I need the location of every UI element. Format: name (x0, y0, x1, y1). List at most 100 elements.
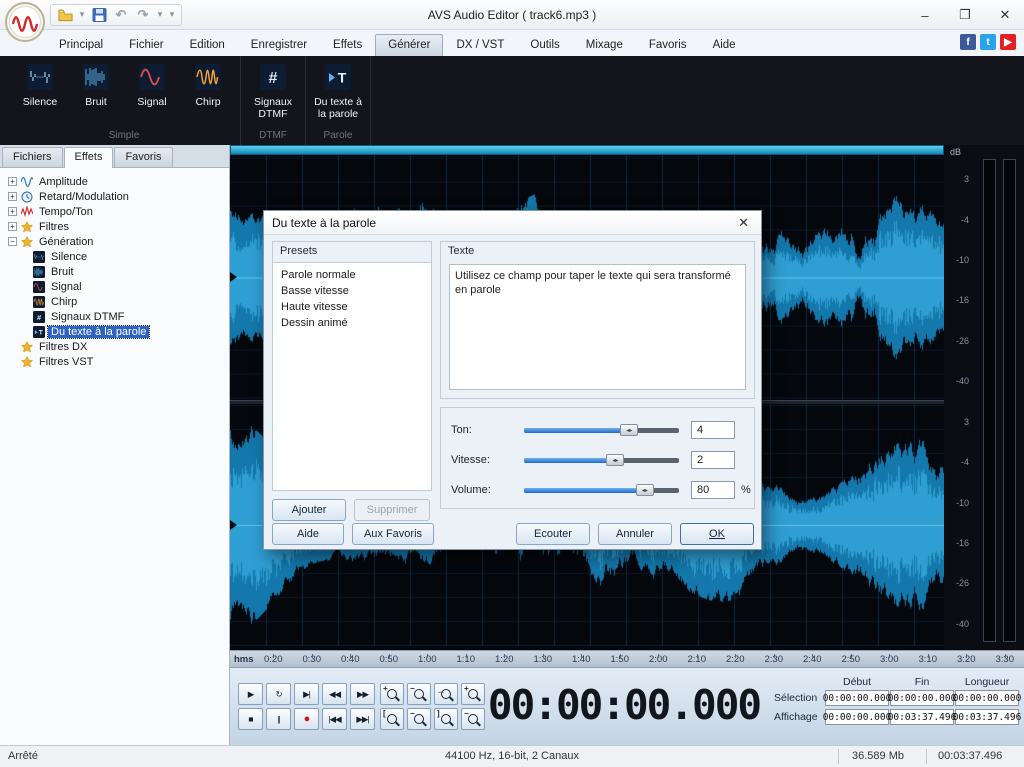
speech-text-input[interactable]: Utilisez ce champ pour taper le texte qu… (449, 264, 746, 390)
ton-slider-handle[interactable]: ◂▸ (620, 424, 639, 436)
tree-item-chirp[interactable]: Chirp (2, 294, 227, 309)
maximize-button[interactable]: ❐ (952, 7, 978, 23)
selection-value-affichage-2[interactable]: 00:03:37.496 (953, 709, 1021, 725)
level-meter-left[interactable] (983, 159, 996, 642)
ton-slider[interactable]: ◂▸ (524, 423, 679, 437)
tab-outils[interactable]: Outils (517, 34, 572, 56)
tree-item-amplitude[interactable]: + Amplitude (2, 174, 227, 189)
tab-dx-vst[interactable]: DX / VST (443, 34, 517, 56)
tab-principal[interactable]: Principal (46, 34, 116, 56)
tree-item-filtres-vst[interactable]: Filtres VST (2, 354, 227, 369)
facebook-icon[interactable]: f (960, 34, 976, 50)
ribbon-button-bruit[interactable]: Bruit (70, 60, 122, 108)
channel2-cursor-marker[interactable] (230, 520, 237, 530)
vitesse-slider[interactable]: ◂▸ (524, 453, 679, 467)
avs-logo-icon[interactable] (5, 2, 45, 42)
ok-button[interactable]: OK (680, 523, 754, 545)
tab-enregistrer[interactable]: Enregistrer (238, 34, 320, 56)
selection-value-affichage-1[interactable]: 00:03:37.496 (888, 709, 956, 725)
tree-expander-icon[interactable]: + (8, 177, 17, 186)
timeline-ruler[interactable]: hms 0:20 0:30 0:40 0:50 1:00 1:10 1:20 1:30 1:40 1… (230, 650, 1024, 668)
tree-item-signal[interactable]: Signal (2, 279, 227, 294)
tree-item-filtres[interactable]: + Filtres (2, 219, 227, 234)
zoom-selection-right-button[interactable]: ] (434, 708, 458, 730)
tree-expander-icon[interactable]: + (8, 222, 17, 231)
tree-item-bruit[interactable]: Bruit (2, 264, 227, 279)
remove-preset-button[interactable]: Supprimer (354, 499, 430, 521)
undo-icon[interactable]: ↶ (111, 6, 131, 24)
go-to-end-button[interactable]: ▶▶| (350, 708, 375, 730)
tree-item-signaux-dtmf[interactable]: # Signaux DTMF (2, 309, 227, 324)
ton-value[interactable]: 4 (691, 421, 735, 439)
preset-item-parole-normale[interactable]: Parole normale (273, 267, 431, 283)
pause-button[interactable]: || (266, 708, 291, 730)
ribbon-button-signal[interactable]: Signal (126, 60, 178, 108)
tree-item-tempo-ton[interactable]: + Tempo/Ton (2, 204, 227, 219)
vitesse-slider-handle[interactable]: ◂▸ (606, 454, 625, 466)
zoom-fit-button[interactable]: ﹍ (434, 683, 458, 705)
preset-item-dessin-anim[interactable]: Dessin animé (273, 315, 431, 331)
ribbon-button-signaux-dtmf[interactable]: # Signaux DTMF (247, 60, 299, 120)
volume-slider[interactable]: ◂▸ (524, 483, 679, 497)
zoom-out-full-button[interactable]: − (407, 708, 431, 730)
record-button[interactable]: ● (294, 708, 319, 730)
dialog-close-icon[interactable]: ✕ (734, 215, 753, 231)
minimize-button[interactable]: – (912, 8, 938, 23)
tab-g-n-rer[interactable]: Générer (375, 34, 444, 56)
tree-item-silence[interactable]: Silence (2, 249, 227, 264)
preset-item-haute-vitesse[interactable]: Haute vitesse (273, 299, 431, 315)
stop-button[interactable]: ■ (238, 708, 263, 730)
tree-expander-icon[interactable]: − (8, 237, 17, 246)
go-to-start-button[interactable]: |◀◀ (322, 708, 347, 730)
ribbon-button-du-texte-la-parole[interactable]: T Du texte à la parole (312, 60, 364, 120)
zoom-selection-left-button[interactable]: [ (380, 708, 404, 730)
zoom-out-button[interactable]: − (407, 683, 431, 705)
ribbon-button-silence[interactable]: Silence (14, 60, 66, 108)
selection-value-affichage-0[interactable]: 00:00:00.000 (823, 709, 891, 725)
loop-button[interactable]: ↻ (266, 683, 291, 705)
position-bar[interactable] (230, 145, 944, 155)
close-button[interactable]: ✕ (992, 7, 1018, 23)
preset-item-basse-vitesse[interactable]: Basse vitesse (273, 283, 431, 299)
tab-mixage[interactable]: Mixage (573, 34, 636, 56)
open-file-icon[interactable] (55, 6, 75, 24)
listen-button[interactable]: Ecouter (516, 523, 590, 545)
panel-tab-fichiers[interactable]: Fichiers (2, 147, 63, 167)
tab-aide[interactable]: Aide (700, 34, 749, 56)
panel-tab-favoris[interactable]: Favoris (114, 147, 173, 167)
cancel-button[interactable]: Annuler (598, 523, 672, 545)
redo-dropdown-icon[interactable]: ▾ (155, 6, 165, 24)
tab-fichier[interactable]: Fichier (116, 34, 177, 56)
save-icon[interactable] (89, 6, 109, 24)
tab-favoris[interactable]: Favoris (636, 34, 700, 56)
tree-item-du-texte-la-parole[interactable]: T Du texte à la parole (2, 324, 227, 339)
volume-slider-handle[interactable]: ◂▸ (635, 484, 654, 496)
rewind-button[interactable]: ◀◀ (322, 683, 347, 705)
ribbon-button-chirp[interactable]: Chirp (182, 60, 234, 108)
panel-tab-effets[interactable]: Effets (63, 147, 114, 168)
tree-item-retard-modulation[interactable]: + Retard/Modulation (2, 189, 227, 204)
vitesse-value[interactable]: 2 (691, 451, 735, 469)
play-button[interactable]: ▶ (238, 683, 263, 705)
fast-forward-button[interactable]: ▶▶ (350, 683, 375, 705)
help-button[interactable]: Aide (272, 523, 344, 545)
tree-expander-icon[interactable]: + (8, 207, 17, 216)
youtube-icon[interactable]: ▶ (1000, 34, 1016, 50)
tab-effets[interactable]: Effets (320, 34, 375, 56)
selection-value-s-lection-1[interactable]: 00:00:00.000 (888, 690, 956, 706)
customize-toolbar-icon[interactable]: ▾ (167, 6, 177, 24)
add-preset-button[interactable]: Ajouter (272, 499, 346, 521)
redo-icon[interactable]: ↷ (133, 6, 153, 24)
level-meter-right[interactable] (1003, 159, 1016, 642)
selection-value-s-lection-0[interactable]: 00:00:00.000 (823, 690, 891, 706)
channel1-cursor-marker[interactable] (230, 272, 237, 282)
tree-item-filtres-dx[interactable]: Filtres DX (2, 339, 227, 354)
open-file-dropdown-icon[interactable]: ▾ (77, 6, 87, 24)
favorites-button[interactable]: Aux Favoris (352, 523, 434, 545)
tab-edition[interactable]: Edition (177, 34, 238, 56)
dialog-titlebar[interactable]: Du texte à la parole ✕ (264, 211, 761, 235)
tree-expander-icon[interactable]: + (8, 192, 17, 201)
play-to-end-button[interactable]: ▶| (294, 683, 319, 705)
volume-value[interactable]: 80 (691, 481, 735, 499)
twitter-icon[interactable]: t (980, 34, 996, 50)
